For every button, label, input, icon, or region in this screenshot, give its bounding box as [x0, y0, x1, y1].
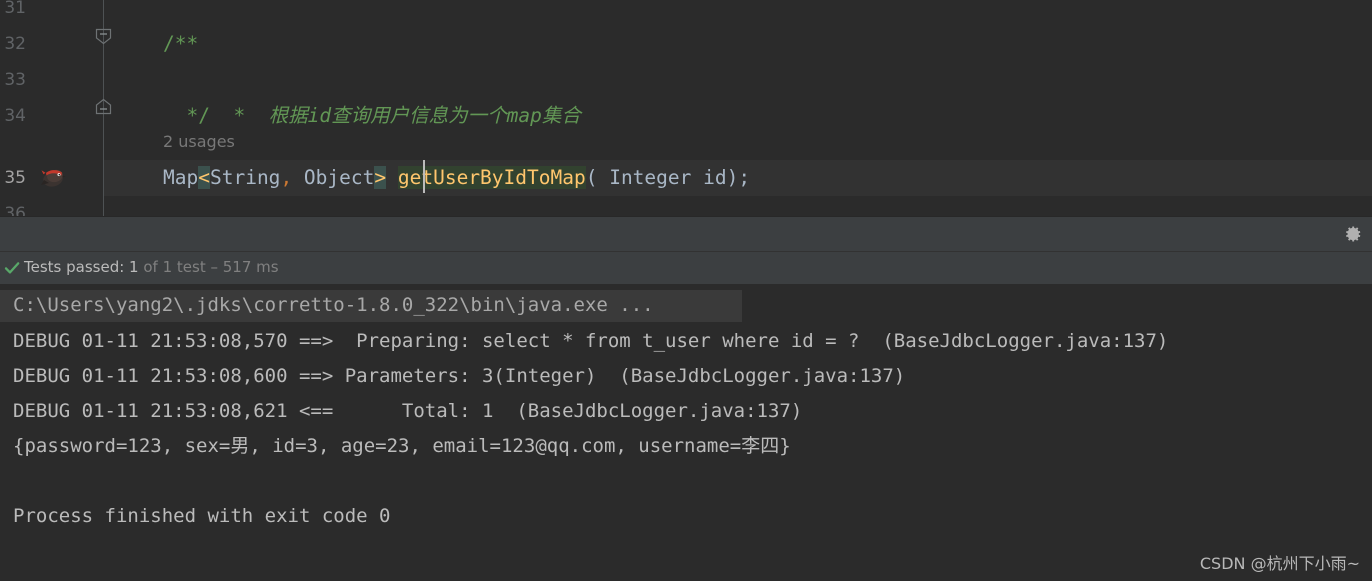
- generic-close-bracket: >: [374, 166, 387, 189]
- console-output-line-1: DEBUG 01-11 21:53:08,570 ==> Preparing: …: [13, 330, 1169, 352]
- code-line-comment-open: /**: [163, 32, 199, 55]
- console-command-line: C:\Users\yang2\.jdks\corretto-1.8.0_322\…: [13, 294, 654, 316]
- generic-arg-object: Object: [292, 166, 375, 189]
- line-number-34: 34: [4, 106, 26, 126]
- generic-arg-string: String: [209, 166, 281, 189]
- run-panel-toolbar[interactable]: [0, 216, 1372, 252]
- line-number-33: 33: [4, 70, 26, 90]
- mybatis-mapper-icon[interactable]: [40, 166, 66, 190]
- generic-open-bracket: <: [198, 166, 210, 189]
- tests-passed-count: 1: [124, 258, 139, 276]
- console-output-line-6: Process finished with exit code 0: [13, 505, 391, 527]
- generic-comma: ,: [280, 166, 293, 189]
- line-number-31: 31: [4, 0, 26, 18]
- test-status-text: Tests passed: 1 of 1 test – 517 ms: [24, 252, 279, 285]
- line-number-36: 36: [4, 204, 26, 216]
- text-caret: [423, 160, 425, 193]
- line-number-35: 35: [4, 168, 26, 188]
- code-line-comment-body: * 根据id查询用户信息为一个map集合: [163, 62, 580, 127]
- fold-start-icon[interactable]: [95, 28, 112, 45]
- return-type-token: Map: [163, 166, 199, 189]
- console-output-line-2: DEBUG 01-11 21:53:08,600 ==> Parameters:…: [13, 365, 906, 387]
- usages-inlay-hint[interactable]: 2 usages: [163, 124, 235, 160]
- code-editor[interactable]: 31 32 33 34 35 36 /** * 根据id查询用户信息为一个map…: [0, 0, 1372, 216]
- console-output-line-4: {password=123, sex=男, id=3, age=23, emai…: [13, 435, 791, 457]
- run-console-output[interactable]: C:\Users\yang2\.jdks\corretto-1.8.0_322\…: [0, 285, 1372, 581]
- check-icon: [4, 260, 20, 276]
- method-params: ( Integer id);: [585, 166, 751, 189]
- tests-passed-detail: of 1 test – 517 ms: [138, 258, 279, 276]
- test-status-bar: Tests passed: 1 of 1 test – 517 ms: [0, 252, 1372, 285]
- line-number-32: 32: [4, 34, 26, 54]
- method-name-token: getUserByIdToMap: [397, 166, 586, 189]
- comment-text: * 根据id查询用户信息为一个map集合: [209, 104, 581, 127]
- signature-space: [386, 166, 398, 189]
- fold-end-icon[interactable]: [95, 98, 112, 115]
- error-squiggle-underline: [424, 191, 629, 195]
- gear-icon[interactable]: [1345, 225, 1363, 243]
- tests-passed-label: Tests passed:: [24, 258, 125, 276]
- console-output-line-3: DEBUG 01-11 21:53:08,621 <== Total: 1 (B…: [13, 400, 803, 422]
- csdn-watermark: CSDN @杭州下小雨~: [1199, 554, 1360, 573]
